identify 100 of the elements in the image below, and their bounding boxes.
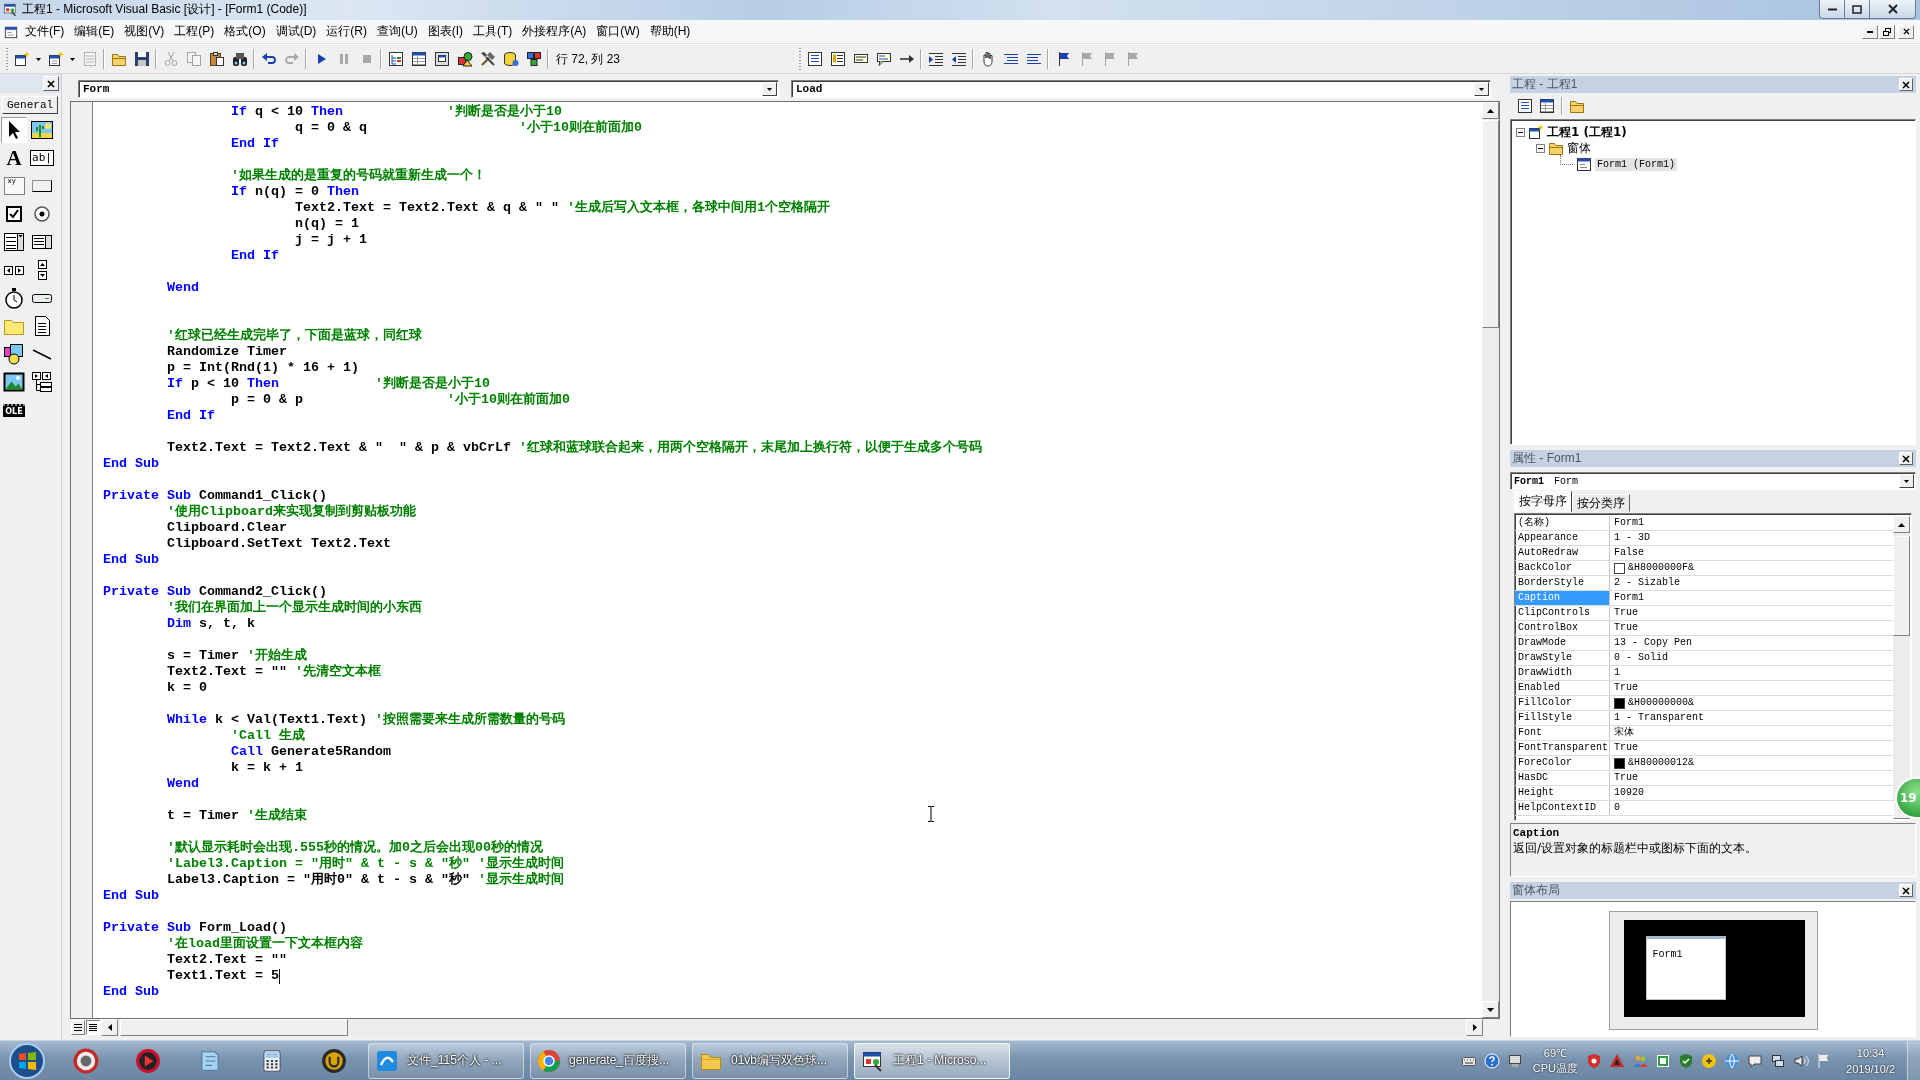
navigation-bar-icon: [30, 370, 54, 394]
menu-item[interactable]: 图表(I): [423, 20, 468, 43]
property-value: 2 - Sizable: [1614, 576, 1680, 590]
tree-item[interactable]: 工程1 (工程1): [1547, 123, 1627, 141]
property-name[interactable]: Enabled: [1515, 681, 1610, 695]
property-name[interactable]: (名称): [1515, 516, 1610, 530]
tree-item[interactable]: 窗体: [1567, 139, 1591, 157]
scrollbar-thumb[interactable]: [120, 1019, 348, 1036]
menu-item[interactable]: 格式(O): [220, 20, 271, 43]
triangle-icon[interactable]: [1609, 1052, 1626, 1069]
menu-item[interactable]: 查询(U): [373, 20, 423, 43]
plus-circle-icon[interactable]: [1701, 1052, 1718, 1069]
property-name[interactable]: Height: [1515, 786, 1610, 800]
property-name[interactable]: FontTransparent: [1515, 741, 1610, 755]
list-icon: [829, 51, 846, 67]
property-name[interactable]: HelpContextID: [1515, 801, 1610, 815]
property-value: Form1: [1614, 591, 1644, 605]
code-line: End Sub: [103, 552, 159, 568]
scrollbar-thumb[interactable]: [1482, 120, 1499, 328]
menu-item[interactable]: 调试(D): [271, 20, 322, 43]
help-icon[interactable]: [1483, 1052, 1500, 1069]
object-dropdown[interactable]: Form1 Form: [1510, 472, 1916, 490]
left-arrow-icon: [107, 1024, 112, 1031]
scrollbar-thumb[interactable]: [1893, 536, 1910, 636]
globe-icon[interactable]: [1724, 1052, 1741, 1069]
scroll-right-button[interactable]: [1466, 1019, 1483, 1036]
pointer-tool[interactable]: [1, 117, 27, 143]
procedure-view-button[interactable]: [71, 1020, 85, 1035]
speech-bubble-icon[interactable]: [1747, 1052, 1764, 1069]
procedure-combo[interactable]: Load: [791, 80, 1491, 98]
binoculars-icon: [231, 51, 248, 67]
scroll-left-button[interactable]: [101, 1019, 118, 1036]
form-preview[interactable]: Form1: [1645, 936, 1726, 1000]
monitor-icon[interactable]: [1506, 1052, 1523, 1069]
maximize-button[interactable]: [1845, 0, 1870, 19]
caret-icon: [1904, 479, 1909, 483]
label-tool[interactable]: A: [1, 145, 27, 171]
property-name[interactable]: Font: [1515, 726, 1610, 740]
menu-item[interactable]: 窗口(W): [592, 20, 645, 43]
square-tile-icon[interactable]: [1655, 1052, 1672, 1069]
code-editor[interactable]: [70, 101, 1500, 1019]
property-name[interactable]: DrawStyle: [1515, 651, 1610, 665]
stopwatch-icon: [2, 286, 26, 310]
folder-icon: [110, 51, 127, 67]
property-name[interactable]: Appearance: [1515, 531, 1610, 545]
scroll-up-button[interactable]: [1893, 516, 1910, 533]
code-line: Private Sub Command1_Click(): [103, 488, 327, 503]
scroll-up-button[interactable]: [1482, 102, 1499, 119]
menu-item[interactable]: 运行(R): [322, 20, 372, 43]
menu-item[interactable]: 外接程序(A): [518, 20, 592, 43]
menu-item[interactable]: 工程(P): [170, 20, 220, 43]
ring-icon: [73, 1047, 99, 1074]
shapes-icon: [2, 342, 26, 366]
scroll-down-button[interactable]: [1482, 1001, 1499, 1018]
property-value: &H00000000&: [1628, 696, 1694, 710]
collapse-icon[interactable]: [1536, 143, 1545, 153]
property-name[interactable]: FillStyle: [1515, 711, 1610, 725]
property-name[interactable]: FillColor: [1515, 696, 1610, 710]
property-name[interactable]: BackColor: [1515, 561, 1610, 575]
menu-item[interactable]: 视图(V): [120, 20, 170, 43]
list-icon: [1517, 97, 1533, 114]
data-tool[interactable]: [29, 369, 55, 395]
module-view-button[interactable]: [86, 1020, 100, 1035]
property-name[interactable]: DrawMode: [1515, 636, 1610, 650]
property-name[interactable]: ControlBox: [1515, 621, 1610, 635]
code-line: t = Timer '生成结束: [167, 808, 307, 824]
general-tab[interactable]: General: [2, 96, 58, 114]
code-line: p = 0 & p '小于10则在前面加0: [230, 392, 570, 408]
object-combo[interactable]: Form: [78, 80, 779, 98]
tab[interactable]: 按字母序: [1514, 491, 1572, 512]
horizontal-scrollbar[interactable]: [101, 1019, 1483, 1036]
redo-icon: [283, 51, 300, 67]
code-line: Text2.Text = Text2.Text & q & " " '生成后写入文本框，各球中间用1个空格隔开: [294, 200, 830, 216]
menu-list-icon: [81, 51, 98, 67]
window-layout-icon: [433, 51, 450, 67]
property-name[interactable]: HasDC: [1515, 771, 1610, 785]
down-arrow-icon: [1487, 1007, 1494, 1012]
menu-item[interactable]: 工具(T): [469, 20, 518, 43]
shield-check-icon[interactable]: [1678, 1052, 1695, 1069]
tree-item[interactable]: Form1 (Form1): [1595, 157, 1677, 171]
close-button[interactable]: [1870, 0, 1916, 19]
property-name[interactable]: AutoRedraw: [1515, 546, 1610, 560]
ole-tool[interactable]: OLE: [1, 397, 27, 423]
speaker-icon[interactable]: [1793, 1052, 1810, 1069]
menu-item[interactable]: 帮助(H): [645, 20, 696, 43]
description-title: Caption: [1513, 827, 1561, 839]
tab[interactable]: 按分类序: [1572, 494, 1630, 512]
menu-item[interactable]: 文件(F): [21, 20, 70, 43]
property-name[interactable]: BorderStyle: [1515, 576, 1610, 590]
menu-item[interactable]: 编辑(E): [70, 20, 120, 43]
open-folder-icon: [1548, 140, 1564, 156]
caret-icon: [70, 57, 75, 61]
property-name[interactable]: DrawWidth: [1515, 666, 1610, 680]
property-name[interactable]: ForeColor: [1515, 756, 1610, 770]
property-name[interactable]: ClipControls: [1515, 606, 1610, 620]
window-icon: [4, 24, 18, 39]
collapse-icon[interactable]: [1516, 127, 1525, 137]
network-icon[interactable]: [1770, 1052, 1787, 1069]
vertical-scrollbar[interactable]: [1482, 102, 1499, 1018]
property-value: 1 - Transparent: [1614, 711, 1704, 725]
